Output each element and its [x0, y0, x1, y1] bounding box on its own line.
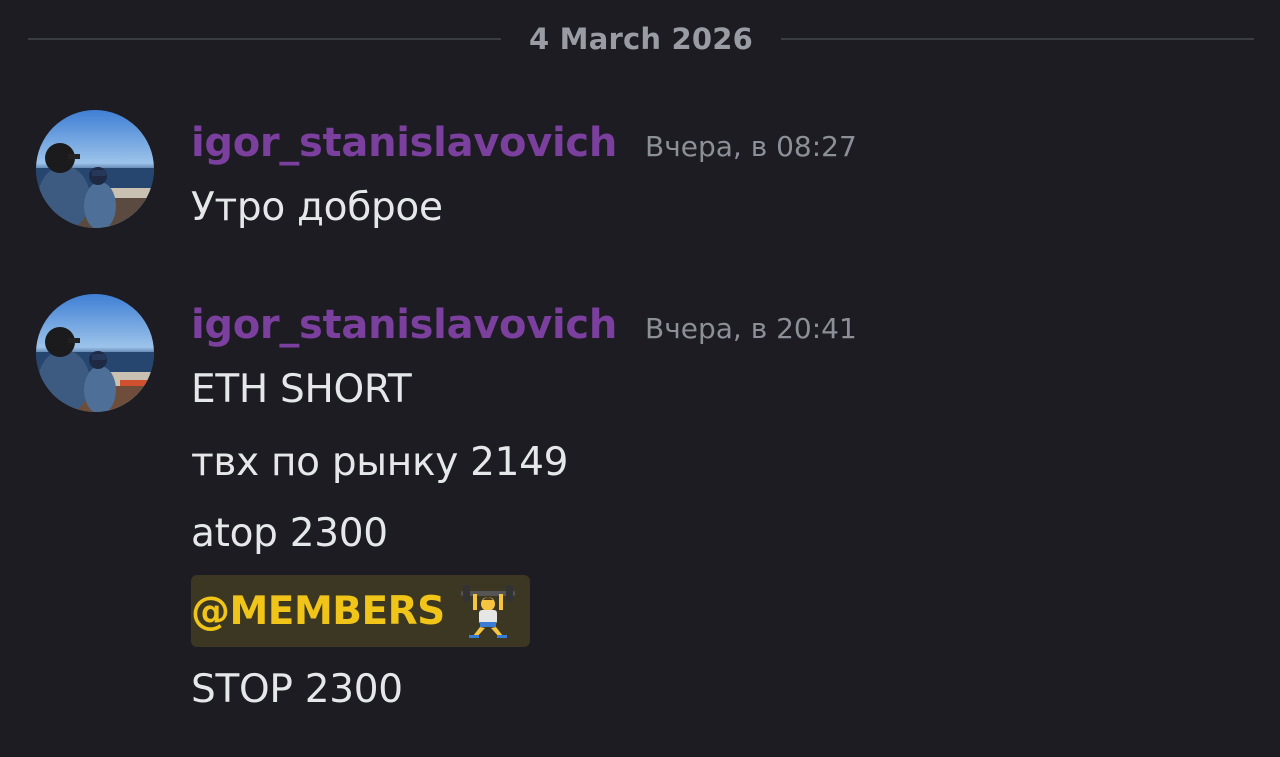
message-text: Утро доброе: [191, 185, 443, 230]
date-divider: 4 March 2026: [28, 14, 1254, 64]
message-text: STOP 2300: [191, 667, 403, 712]
user-avatar[interactable]: [36, 110, 154, 228]
mention-text[interactable]: @MEMBERS: [191, 589, 445, 634]
message-text: atop 2300: [191, 511, 388, 556]
username[interactable]: igor_stanislavovich: [191, 120, 617, 166]
members-mention[interactable]: @MEMBERS: [191, 575, 530, 647]
divider-date-label: 4 March 2026: [528, 22, 754, 56]
message-text: твх по рынку 2149: [191, 440, 569, 485]
timestamp[interactable]: Вчера, в 20:41: [645, 312, 857, 345]
message-text: ETH SHORT: [191, 367, 412, 412]
divider-line-left: [28, 38, 501, 40]
user-avatar[interactable]: [36, 294, 154, 412]
timestamp[interactable]: Вчера, в 08:27: [645, 130, 857, 163]
username[interactable]: igor_stanislavovich: [191, 302, 617, 348]
divider-line-right: [781, 38, 1254, 40]
weightlifter-emoji-icon: [460, 585, 515, 638]
message-header: igor_stanislavovich Вчера, в 08:27: [191, 120, 857, 166]
message-header: igor_stanislavovich Вчера, в 20:41: [191, 302, 857, 348]
